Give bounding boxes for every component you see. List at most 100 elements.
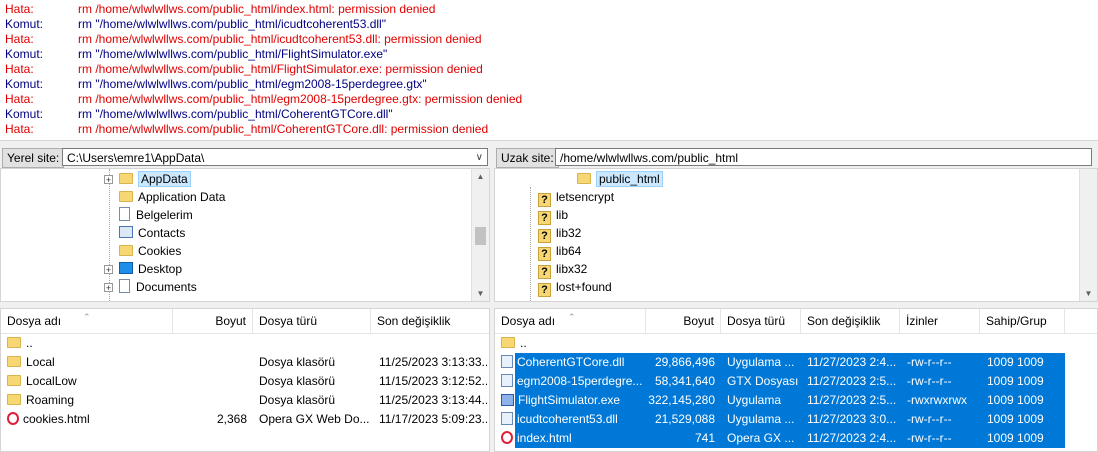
message-log[interactable]: Hata: rm /home/wlwlwllws.com/public_html/…: [0, 0, 1098, 141]
remote-list-header: Dosya adı ⌃ Boyut Dosya türü Son değişikl…: [495, 309, 1097, 334]
remote-file-list[interactable]: Dosya adı ⌃ Boyut Dosya türü Son değişikl…: [494, 308, 1098, 452]
file-type: Uygulama ...: [727, 355, 795, 369]
file-name: cookies.html: [23, 412, 90, 426]
file-row[interactable]: Roaming Dosya klasörü 11/25/2023 3:13:44..…: [1, 391, 489, 410]
tree-item[interactable]: + AppData: [104, 170, 191, 188]
file-name-cell: cookies.html: [7, 410, 171, 429]
log-label: Hata:: [5, 2, 34, 16]
tree-item[interactable]: Cookies: [104, 242, 181, 260]
unknown-folder-icon: ?: [538, 265, 551, 279]
log-message: rm /home/wlwlwllws.com/public_html/Fligh…: [78, 62, 483, 76]
file-permissions: -rw-r--r--: [907, 374, 952, 388]
tree-item[interactable]: + Documents: [104, 278, 197, 296]
log-message: rm "/home/wlwlwllws.com/public_html/egm2…: [78, 77, 427, 91]
file-row[interactable]: Local Dosya klasörü 11/25/2023 3:13:33...: [1, 353, 489, 372]
document-icon: [119, 279, 130, 293]
file-row[interactable]: icudtcoherent53.dll 21,529,088 Uygulama ..…: [501, 410, 1065, 429]
column-header-size[interactable]: Boyut: [646, 309, 721, 333]
file-owner: 1009 1009: [987, 393, 1044, 407]
remote-directory-tree[interactable]: ▼ public_html? letsencrypt? lib? lib32? lib6…: [494, 168, 1098, 302]
log-label: Hata:: [5, 122, 34, 136]
tree-item[interactable]: + Desktop: [104, 260, 182, 278]
file-row[interactable]: cookies.html 2,368 Opera GX Web Do... 11/17…: [1, 410, 489, 429]
file-permissions: -rw-r--r--: [907, 431, 952, 445]
column-header-owner[interactable]: Sahip/Grup: [980, 309, 1065, 333]
file-type: Uygulama ...: [727, 412, 795, 426]
tree-item[interactable]: ? lib32: [538, 224, 581, 243]
unknown-folder-icon: ?: [538, 247, 551, 261]
column-header-name[interactable]: Dosya adı ⌃: [495, 309, 646, 333]
expand-icon[interactable]: +: [104, 265, 113, 275]
tree-item[interactable]: Application Data: [104, 188, 225, 206]
tree-item[interactable]: Belgelerim: [104, 206, 193, 224]
file-owner: 1009 1009: [987, 355, 1044, 369]
chevron-down-icon[interactable]: ∨: [476, 149, 483, 165]
column-header-name[interactable]: Dosya adı ⌃: [1, 309, 173, 333]
file-type: GTX Dosyası: [727, 374, 799, 388]
tree-item[interactable]: ? lib64: [538, 242, 581, 261]
scroll-down-icon[interactable]: ▼: [472, 289, 489, 298]
file-size: 2,368: [216, 412, 247, 426]
file-row[interactable]: FlightSimulator.exe 322,145,280 Uygulama 11…: [501, 391, 1065, 410]
file-modified: 11/15/2023 3:12:52...: [379, 374, 487, 388]
expand-icon[interactable]: +: [104, 175, 113, 185]
local-directory-tree[interactable]: ▲ ▼ + AppData Application Data Belgelerim Co…: [0, 168, 490, 302]
document-icon: [119, 207, 130, 221]
file-type: Dosya klasörü: [259, 393, 336, 407]
file-name-cell: ..: [7, 334, 171, 353]
column-header-size[interactable]: Boyut: [173, 309, 253, 333]
log-message: rm /home/wlwlwllws.com/public_html/Coher…: [78, 122, 489, 136]
tree-item[interactable]: ? letsencrypt: [538, 188, 614, 207]
file-name-cell: FlightSimulator.exe: [501, 391, 644, 410]
file-row[interactable]: LocalLow Dosya klasörü 11/15/2023 3:12:52.…: [1, 372, 489, 391]
scroll-down-icon[interactable]: ▼: [1080, 289, 1097, 298]
log-label: Hata:: [5, 32, 34, 46]
unknown-folder-icon: ?: [538, 229, 551, 243]
contacts-icon: [119, 226, 133, 238]
remote-site-label: Uzak site:: [496, 148, 559, 168]
file-row[interactable]: CoherentGTCore.dll 29,866,496 Uygulama ...…: [501, 353, 1065, 372]
file-name: Roaming: [26, 393, 75, 407]
local-tree-scrollbar[interactable]: ▲ ▼: [471, 169, 489, 301]
local-file-list[interactable]: Dosya adı ⌃ Boyut Dosya türü Son değişikl…: [0, 308, 490, 452]
file-row[interactable]: ..: [501, 334, 1065, 353]
file-permissions: -rw-r--r--: [907, 355, 952, 369]
log-label: Hata:: [5, 62, 34, 76]
column-header-permissions[interactable]: İzinler: [900, 309, 980, 333]
folder-icon: [577, 173, 591, 184]
file-row[interactable]: egm2008-15perdegre... 58,341,640 GTX Dosya…: [501, 372, 1065, 391]
tree-item-label: Desktop: [138, 262, 183, 276]
tree-item-label: lost+found: [556, 280, 612, 294]
expand-icon[interactable]: +: [104, 283, 113, 293]
scroll-thumb[interactable]: [475, 227, 486, 245]
tree-item[interactable]: ? lib: [538, 206, 568, 225]
file-owner: 1009 1009: [987, 374, 1044, 388]
log-message: rm /home/wlwlwllws.com/public_html/index…: [78, 2, 436, 16]
scroll-up-icon[interactable]: ▲: [472, 172, 489, 181]
file-row[interactable]: ..: [1, 334, 489, 353]
file-type: Opera GX ...: [727, 431, 795, 445]
tree-item-label: Cookies: [138, 244, 182, 258]
column-header-type[interactable]: Dosya türü: [721, 309, 801, 333]
remote-tree-scrollbar[interactable]: ▼: [1079, 169, 1097, 301]
local-site-label: Yerel site:: [2, 148, 65, 168]
file-name-cell: LocalLow: [7, 372, 171, 391]
file-name: index.html: [517, 431, 572, 445]
tree-item[interactable]: ? lost+found: [538, 278, 612, 297]
tree-item-label: Documents: [136, 280, 197, 294]
tree-item-label: Belgelerim: [136, 208, 193, 222]
tree-item[interactable]: ? libx32: [538, 260, 587, 279]
local-path-input[interactable]: C:\Users\emre1\AppData\ ∨: [62, 148, 488, 166]
file-icon: [501, 412, 513, 425]
remote-path-text: /home/wlwlwllws.com/public_html: [560, 151, 739, 165]
local-site-bar: Yerel site: C:\Users\emre1\AppData\ ∨: [0, 146, 490, 168]
file-row[interactable]: index.html 741 Opera GX ... 11/27/2023 2:4.…: [501, 429, 1065, 448]
column-header-modified[interactable]: Son değişiklik: [371, 309, 489, 333]
tree-item[interactable]: public_html: [577, 170, 663, 188]
remote-path-input[interactable]: /home/wlwlwllws.com/public_html: [555, 148, 1092, 166]
log-label: Komut:: [5, 17, 44, 31]
column-header-type[interactable]: Dosya türü: [253, 309, 371, 333]
tree-item[interactable]: Contacts: [104, 224, 185, 242]
folder-icon: [119, 191, 133, 202]
column-header-modified[interactable]: Son değişiklik: [801, 309, 900, 333]
